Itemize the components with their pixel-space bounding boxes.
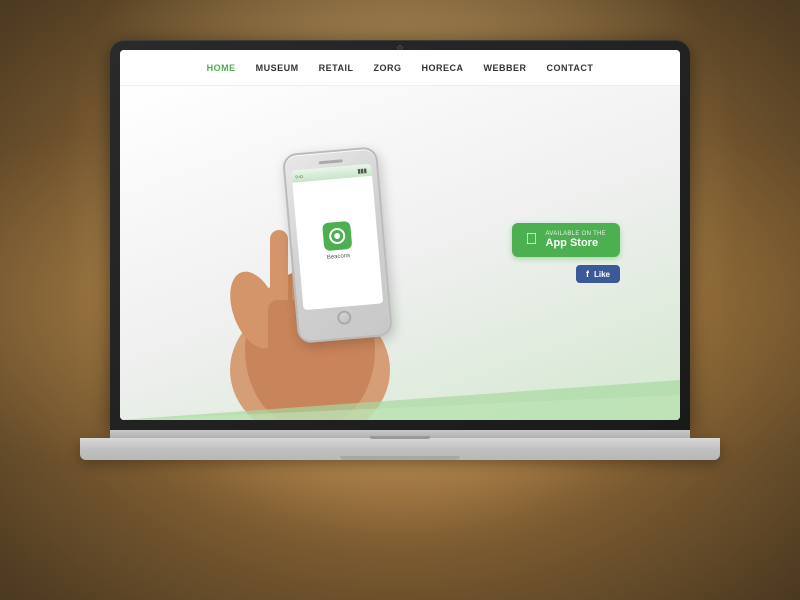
iphone-status-bar: 9:41 ▊▊▊ bbox=[291, 164, 372, 183]
laptop-mockup: HOME MUSEUM RETAIL ZORG HORECA WEBBER CO… bbox=[80, 40, 720, 560]
nav-item-home[interactable]: HOME bbox=[207, 63, 236, 73]
iphone-home-button bbox=[336, 310, 351, 325]
iphone-speaker bbox=[318, 159, 342, 164]
iphone-screen: 9:41 ▊▊▊ Beacons bbox=[291, 164, 383, 310]
nav-item-museum[interactable]: MUSEUM bbox=[256, 63, 299, 73]
facebook-icon: f bbox=[586, 269, 589, 279]
nav-item-horeca[interactable]: HORECA bbox=[422, 63, 464, 73]
appstore-large-text: App Store bbox=[546, 237, 607, 249]
beacons-app-icon bbox=[322, 221, 352, 251]
laptop-screen: HOME MUSEUM RETAIL ZORG HORECA WEBBER CO… bbox=[120, 50, 680, 420]
appstore-text-block: Available on the App Store bbox=[546, 231, 607, 249]
app-label: Beacons bbox=[327, 253, 351, 261]
apple-icon:  bbox=[526, 231, 538, 249]
website-content: HOME MUSEUM RETAIL ZORG HORECA WEBBER CO… bbox=[120, 50, 680, 420]
hero-section: 9:41 ▊▊▊ Beacons bbox=[120, 86, 680, 420]
nav-item-zorg[interactable]: ZORG bbox=[374, 63, 402, 73]
facebook-like-label: Like bbox=[594, 270, 610, 279]
hero-diagonal-shape bbox=[120, 360, 680, 420]
iphone-mockup: 9:41 ▊▊▊ Beacons bbox=[282, 146, 393, 344]
laptop-base bbox=[80, 438, 720, 460]
laptop-hinge bbox=[110, 430, 690, 438]
nav-item-webber[interactable]: WEBBER bbox=[484, 63, 527, 73]
cta-area:  Available on the App Store f Like bbox=[512, 223, 621, 283]
laptop-screen-bezel: HOME MUSEUM RETAIL ZORG HORECA WEBBER CO… bbox=[110, 40, 690, 430]
beacon-icon bbox=[328, 227, 345, 244]
facebook-like-button[interactable]: f Like bbox=[576, 265, 620, 283]
appstore-button[interactable]:  Available on the App Store bbox=[512, 223, 621, 257]
nav-item-contact[interactable]: CONTACT bbox=[547, 63, 594, 73]
website-nav: HOME MUSEUM RETAIL ZORG HORECA WEBBER CO… bbox=[120, 50, 680, 86]
nav-item-retail[interactable]: RETAIL bbox=[319, 63, 354, 73]
